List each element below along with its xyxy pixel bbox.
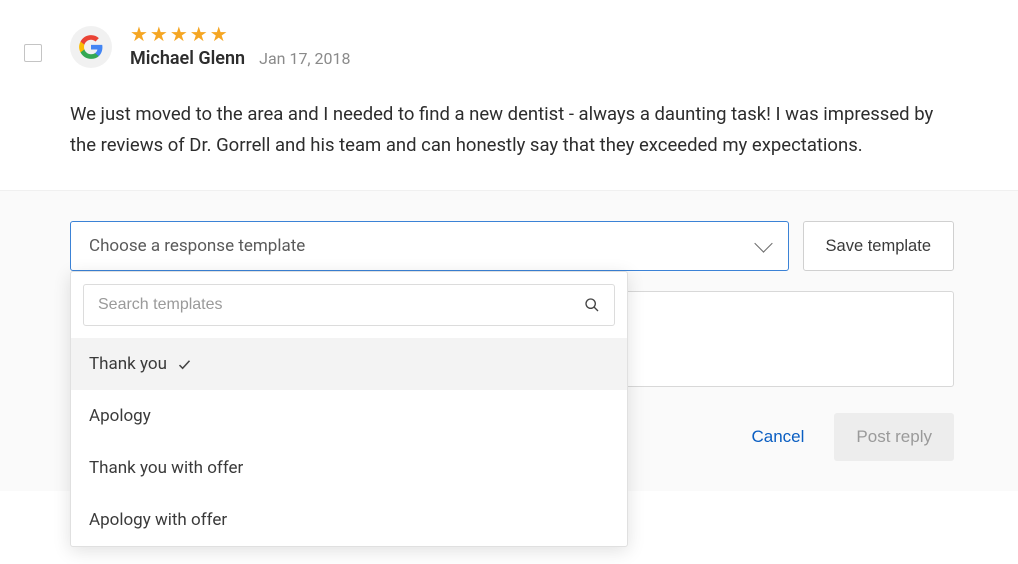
review-meta: ★★★★★ Michael Glenn Jan 17, 2018 xyxy=(130,24,351,69)
template-row: Choose a response template Save template xyxy=(70,221,954,271)
dropdown-search[interactable] xyxy=(83,284,615,326)
review-text: We just moved to the area and I needed t… xyxy=(0,69,1018,190)
template-select[interactable]: Choose a response template xyxy=(70,221,789,271)
dropdown-item-thank-you[interactable]: Thank you xyxy=(71,338,627,390)
dropdown-item-apology[interactable]: Apology xyxy=(71,390,627,442)
dropdown-item-label: Thank you xyxy=(89,354,167,374)
source-icon xyxy=(70,26,112,68)
review-date: Jan 17, 2018 xyxy=(259,49,350,68)
dropdown-item-apology-offer[interactable]: Apology with offer xyxy=(71,494,627,546)
template-dropdown: Thank you Apology Thank you with offer A… xyxy=(70,271,628,547)
save-template-button[interactable]: Save template xyxy=(803,221,954,271)
post-reply-button[interactable]: Post reply xyxy=(834,413,954,461)
template-select-label: Choose a response template xyxy=(89,236,305,256)
search-input[interactable] xyxy=(98,296,574,314)
dropdown-item-thank-you-offer[interactable]: Thank you with offer xyxy=(71,442,627,494)
chevron-down-icon xyxy=(754,234,772,252)
review-header: ★★★★★ Michael Glenn Jan 17, 2018 xyxy=(0,24,1018,69)
name-date: Michael Glenn Jan 17, 2018 xyxy=(130,48,351,69)
dropdown-item-label: Apology xyxy=(89,406,151,426)
dropdown-item-label: Apology with offer xyxy=(89,510,227,530)
review-checkbox[interactable] xyxy=(24,44,42,62)
search-icon xyxy=(584,297,600,313)
cancel-button[interactable]: Cancel xyxy=(729,413,826,461)
star-rating: ★★★★★ xyxy=(130,24,351,44)
review-card: ★★★★★ Michael Glenn Jan 17, 2018 We just… xyxy=(0,0,1018,190)
dropdown-item-label: Thank you with offer xyxy=(89,458,243,478)
check-icon xyxy=(177,357,192,372)
dropdown-list: Thank you Apology Thank you with offer A… xyxy=(71,338,627,546)
dropdown-search-wrap xyxy=(71,272,627,338)
google-g-icon xyxy=(78,34,104,60)
reply-section: Choose a response template Save template… xyxy=(0,190,1018,491)
reviewer-name: Michael Glenn xyxy=(130,48,245,69)
